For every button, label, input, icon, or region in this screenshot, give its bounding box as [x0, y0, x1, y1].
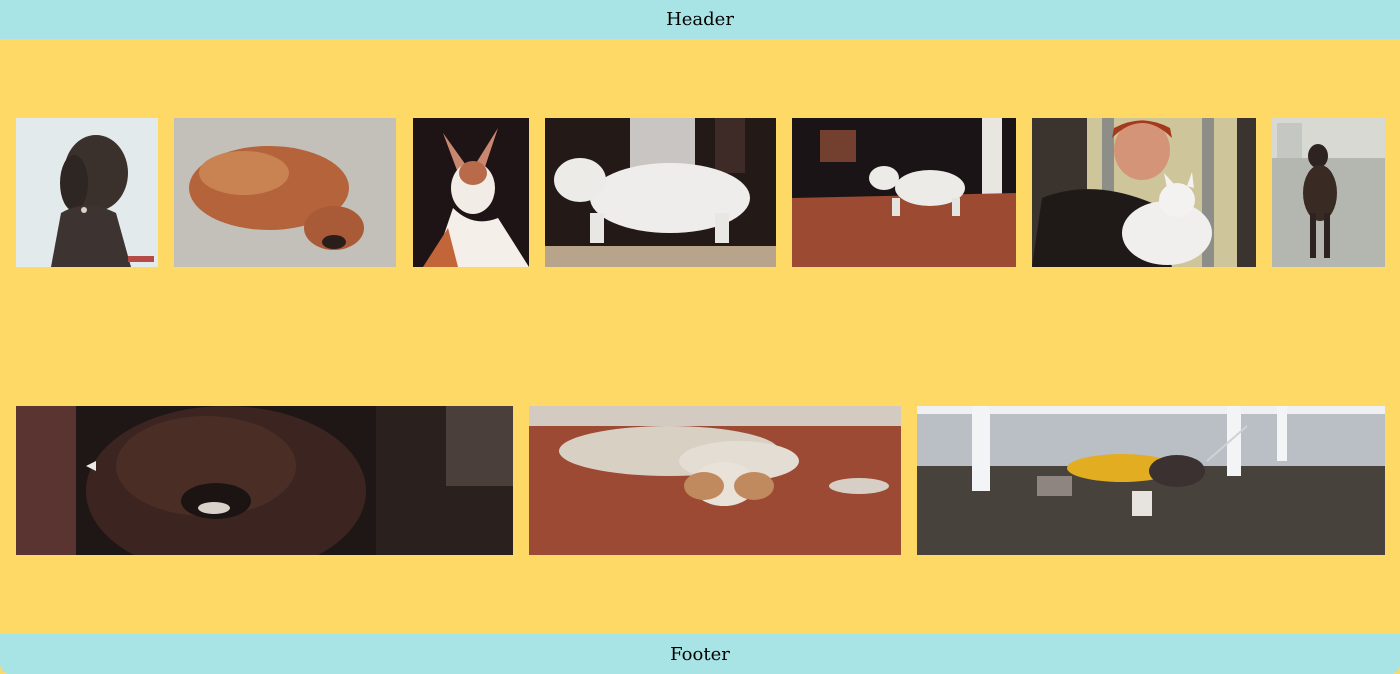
gallery-row-2 — [0, 406, 1400, 555]
gallery-row-1 — [0, 118, 1400, 267]
page-header: Header — [0, 0, 1400, 39]
pekingese-photo[interactable] — [174, 118, 396, 267]
lying-hound-photo[interactable] — [529, 406, 901, 555]
poodle-photo[interactable] — [16, 118, 158, 267]
page-footer: Footer — [0, 634, 1400, 674]
shaggy-dog-closeup-photo[interactable] — [16, 406, 513, 555]
sealyham-terrier-show-photo[interactable] — [545, 118, 776, 267]
footer-label: Footer — [670, 643, 730, 665]
ibizan-hound-photo[interactable] — [413, 118, 529, 267]
header-label: Header — [666, 9, 734, 30]
dogs-on-leash-photo[interactable] — [917, 406, 1385, 555]
doberman-photo[interactable] — [1272, 118, 1385, 267]
white-terrier-show-photo[interactable] — [792, 118, 1016, 267]
woman-with-westie-photo[interactable] — [1032, 118, 1256, 267]
